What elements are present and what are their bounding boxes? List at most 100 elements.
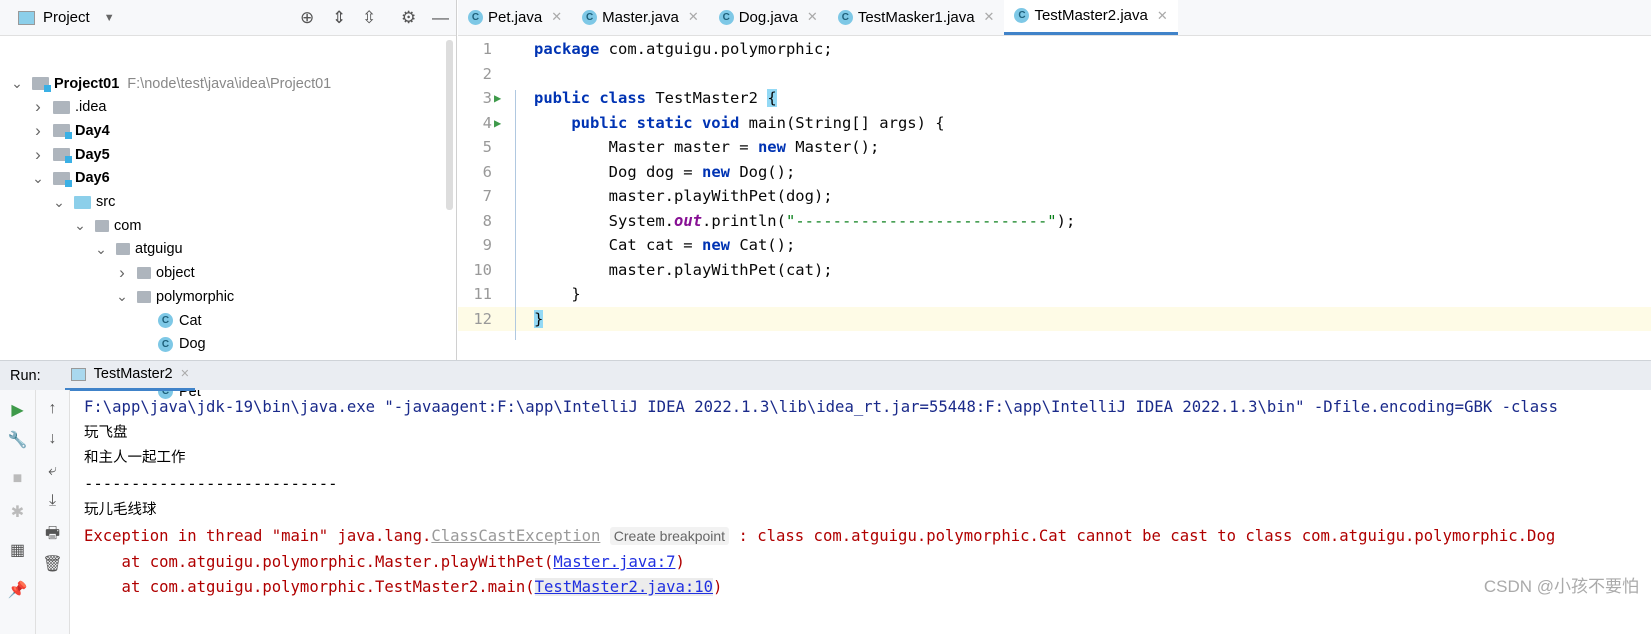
run-tab[interactable]: TestMaster2 × bbox=[64, 361, 196, 391]
line-number: 4 bbox=[482, 113, 492, 132]
class-icon: C bbox=[158, 313, 173, 328]
tree-item-label: polymorphic bbox=[156, 288, 235, 305]
code-text: Dog dog = new Dog(); bbox=[534, 162, 796, 181]
exception-message: : class com.atguigu.polymorphic.Cat cann… bbox=[729, 527, 1556, 545]
code-line[interactable]: 3 ▶ public class TestMaster2 { bbox=[458, 86, 1651, 110]
close-icon[interactable]: ✕ bbox=[688, 9, 699, 25]
gear-icon[interactable]: ⚙ bbox=[401, 8, 416, 28]
down-arrow-icon[interactable]: ↓ bbox=[36, 430, 69, 448]
runnable-class-icon: C bbox=[837, 9, 853, 25]
chevron-right-icon[interactable]: › bbox=[31, 121, 45, 141]
chevron-down-icon[interactable]: ⌄ bbox=[115, 288, 129, 305]
editor-tabs: C Pet.java ✕ C Master.java ✕ C Dog.java ✕ C TestMa… bbox=[458, 0, 1651, 36]
code-line[interactable]: 8 System.out.println("------------------… bbox=[458, 209, 1651, 233]
line-number: 3 bbox=[482, 89, 492, 107]
code-line[interactable]: 1 package com.atguigu.polymorphic; bbox=[458, 37, 1651, 61]
indent-guide bbox=[515, 90, 516, 340]
close-icon[interactable]: ✕ bbox=[807, 9, 818, 25]
tree-item[interactable]: ⌄ atguigu bbox=[94, 238, 182, 261]
code-line[interactable]: 12} bbox=[458, 306, 1651, 331]
code-text: Master master = new Master(); bbox=[534, 138, 880, 156]
hide-icon[interactable]: — bbox=[432, 8, 449, 28]
console-line: 玩儿毛线球 bbox=[84, 502, 157, 518]
close-icon[interactable]: × bbox=[181, 366, 189, 382]
chevron-right-icon[interactable]: › bbox=[115, 263, 129, 283]
locate-icon[interactable]: ⊕ bbox=[300, 8, 314, 28]
rerun-icon[interactable]: ▶ bbox=[0, 400, 35, 420]
chevron-down-icon[interactable]: ⌄ bbox=[31, 170, 45, 187]
close-icon[interactable]: ✕ bbox=[984, 9, 995, 25]
tree-item[interactable]: ⌄ polymorphic bbox=[115, 285, 234, 308]
code-text: } bbox=[534, 309, 544, 328]
console-line: 和主人一起工作 bbox=[84, 450, 186, 466]
folder-icon bbox=[53, 148, 72, 164]
code-area[interactable]: 1 package com.atguigu.polymorphic; 2 3 ▶ publ… bbox=[458, 36, 1651, 360]
code-line[interactable]: 2 bbox=[458, 62, 1651, 86]
code-line[interactable]: 4 ▶ public static void main(String[] args… bbox=[458, 111, 1651, 135]
code-line[interactable]: 11 } bbox=[458, 282, 1651, 306]
chevron-down-icon[interactable]: ⌄ bbox=[94, 241, 108, 258]
wrench-icon[interactable]: 🔧 bbox=[0, 430, 35, 450]
scrollbar[interactable] bbox=[446, 40, 453, 210]
line-number: 1 bbox=[482, 40, 492, 58]
code-text: package com.atguigu.polymorphic; bbox=[534, 40, 833, 58]
dropdown-icon[interactable]: ▼ bbox=[104, 12, 115, 24]
stacktrace-line: at com.atguigu.polymorphic.Master.playWi… bbox=[84, 550, 685, 575]
exception-prefix: Exception in thread "main" java.lang. bbox=[84, 527, 432, 545]
create-breakpoint-button[interactable]: Create breakpoint bbox=[609, 527, 730, 545]
print-icon[interactable]: 🖶 bbox=[36, 522, 69, 549]
tree-item-label: com bbox=[114, 217, 142, 234]
editor-tab[interactable]: C TestMaster2.java ✕ bbox=[1004, 0, 1178, 35]
source-link[interactable]: TestMaster2.java:10 bbox=[534, 578, 714, 596]
trash-icon[interactable]: 🗑 bbox=[36, 554, 69, 574]
tree-item[interactable]: ⌄ Day6 bbox=[31, 167, 110, 190]
code-line[interactable]: 9 Cat cat = new Cat(); bbox=[458, 233, 1651, 257]
run-gutter-icon[interactable]: ▶ bbox=[494, 86, 501, 110]
exception-class-link[interactable]: ClassCastException bbox=[431, 527, 600, 545]
editor-tab[interactable]: C TestMasker1.java ✕ bbox=[828, 0, 1005, 35]
tree-item[interactable]: › Day5 bbox=[31, 143, 110, 166]
pin-icon[interactable]: 📌 bbox=[0, 580, 35, 600]
stacktrace-close: ) bbox=[675, 553, 685, 571]
code-line[interactable]: 6 Dog dog = new Dog(); bbox=[458, 160, 1651, 184]
tree-item[interactable]: › .idea bbox=[31, 96, 106, 119]
tree-item[interactable]: C Cat bbox=[158, 309, 202, 332]
code-line[interactable]: 5 Master master = new Master(); bbox=[458, 135, 1651, 159]
expand-all-icon[interactable]: ⇕ bbox=[332, 8, 346, 28]
package-icon bbox=[116, 243, 130, 256]
up-arrow-icon[interactable]: ↑ bbox=[36, 400, 69, 418]
tree-item[interactable]: ⌄ src bbox=[52, 191, 115, 214]
chevron-right-icon[interactable]: › bbox=[31, 145, 45, 165]
editor-tab[interactable]: C Dog.java ✕ bbox=[709, 0, 828, 35]
chevron-right-icon[interactable]: › bbox=[31, 97, 45, 117]
package-icon bbox=[137, 267, 151, 280]
tree-item[interactable]: ⌄ com bbox=[73, 214, 141, 237]
layout-icon[interactable]: ▦ bbox=[0, 540, 35, 560]
soft-wrap-icon[interactable]: ⤶ bbox=[36, 462, 69, 480]
chevron-down-icon[interactable]: ⌄ bbox=[73, 217, 87, 234]
run-gutter-icon[interactable]: ▶ bbox=[494, 111, 501, 135]
project-title[interactable]: Project bbox=[43, 9, 90, 26]
chevron-down-icon[interactable]: ⌄ bbox=[52, 194, 66, 211]
tree-item[interactable]: › Day4 bbox=[31, 119, 110, 142]
editor-tab[interactable]: C Master.java ✕ bbox=[572, 0, 709, 35]
folder-icon bbox=[74, 195, 91, 209]
source-link[interactable]: Master.java:7 bbox=[553, 553, 675, 571]
editor-tab[interactable]: C Pet.java ✕ bbox=[458, 0, 572, 35]
tree-item[interactable]: › object bbox=[115, 262, 195, 285]
close-icon[interactable]: ✕ bbox=[1157, 8, 1168, 24]
tree-item[interactable]: C Dog bbox=[158, 333, 206, 356]
tree-item[interactable]: ⌄ Project01 F:\node\test\java\idea\Project… bbox=[10, 72, 331, 95]
tab-label: Dog.java bbox=[738, 8, 798, 26]
debug-icon[interactable]: ✱ bbox=[0, 502, 35, 522]
close-icon[interactable]: ✕ bbox=[551, 9, 562, 25]
code-line[interactable]: 7 master.playWithPet(dog); bbox=[458, 184, 1651, 208]
chevron-down-icon[interactable]: ⌄ bbox=[10, 75, 24, 92]
scroll-to-end-icon[interactable]: ⤓ bbox=[36, 492, 69, 510]
code-text: System.out.println("--------------------… bbox=[534, 211, 1076, 230]
folder-icon bbox=[53, 171, 72, 187]
tree-item-label: .idea bbox=[75, 99, 107, 116]
code-line[interactable]: 10 master.playWithPet(cat); bbox=[458, 258, 1651, 282]
collapse-all-icon[interactable]: ⇳ bbox=[362, 8, 376, 28]
stop-icon[interactable]: ■ bbox=[0, 470, 35, 488]
